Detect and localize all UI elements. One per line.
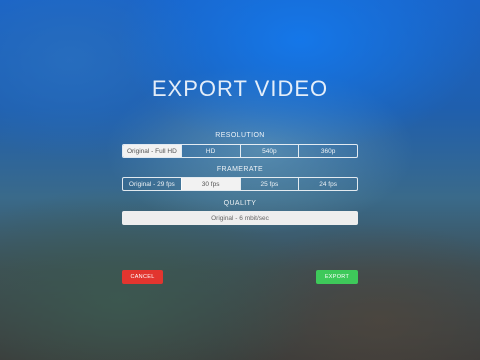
resolution-option-540p[interactable]: 540p: [239, 145, 299, 157]
resolution-label: RESOLUTION: [215, 132, 265, 139]
framerate-option-25fps[interactable]: 25 fps: [239, 178, 299, 190]
framerate-option-30fps[interactable]: 30 fps: [180, 178, 240, 190]
export-button[interactable]: EXPORT: [316, 270, 358, 284]
resolution-option-360p[interactable]: 360p: [298, 145, 357, 157]
framerate-option-24fps[interactable]: 24 fps: [298, 178, 357, 190]
framerate-segmented-control: Original - 29 fps 30 fps 25 fps 24 fps: [122, 177, 358, 191]
quality-label: QUALITY: [223, 200, 257, 207]
framerate-option-original[interactable]: Original - 29 fps: [123, 178, 181, 190]
export-video-screen: EXPORT VIDEO RESOLUTION Original - Full …: [0, 0, 480, 360]
resolution-option-hd[interactable]: HD: [180, 145, 240, 157]
framerate-label: FRAMERATE: [216, 166, 264, 173]
resolution-option-original[interactable]: Original - Full HD: [123, 145, 181, 157]
quality-selector[interactable]: Original - 6 mbit/sec: [122, 211, 358, 225]
page-title: EXPORT VIDEO: [151, 76, 329, 101]
cancel-button[interactable]: CANCEL: [122, 270, 163, 284]
resolution-segmented-control: Original - Full HD HD 540p 360p: [122, 144, 358, 158]
